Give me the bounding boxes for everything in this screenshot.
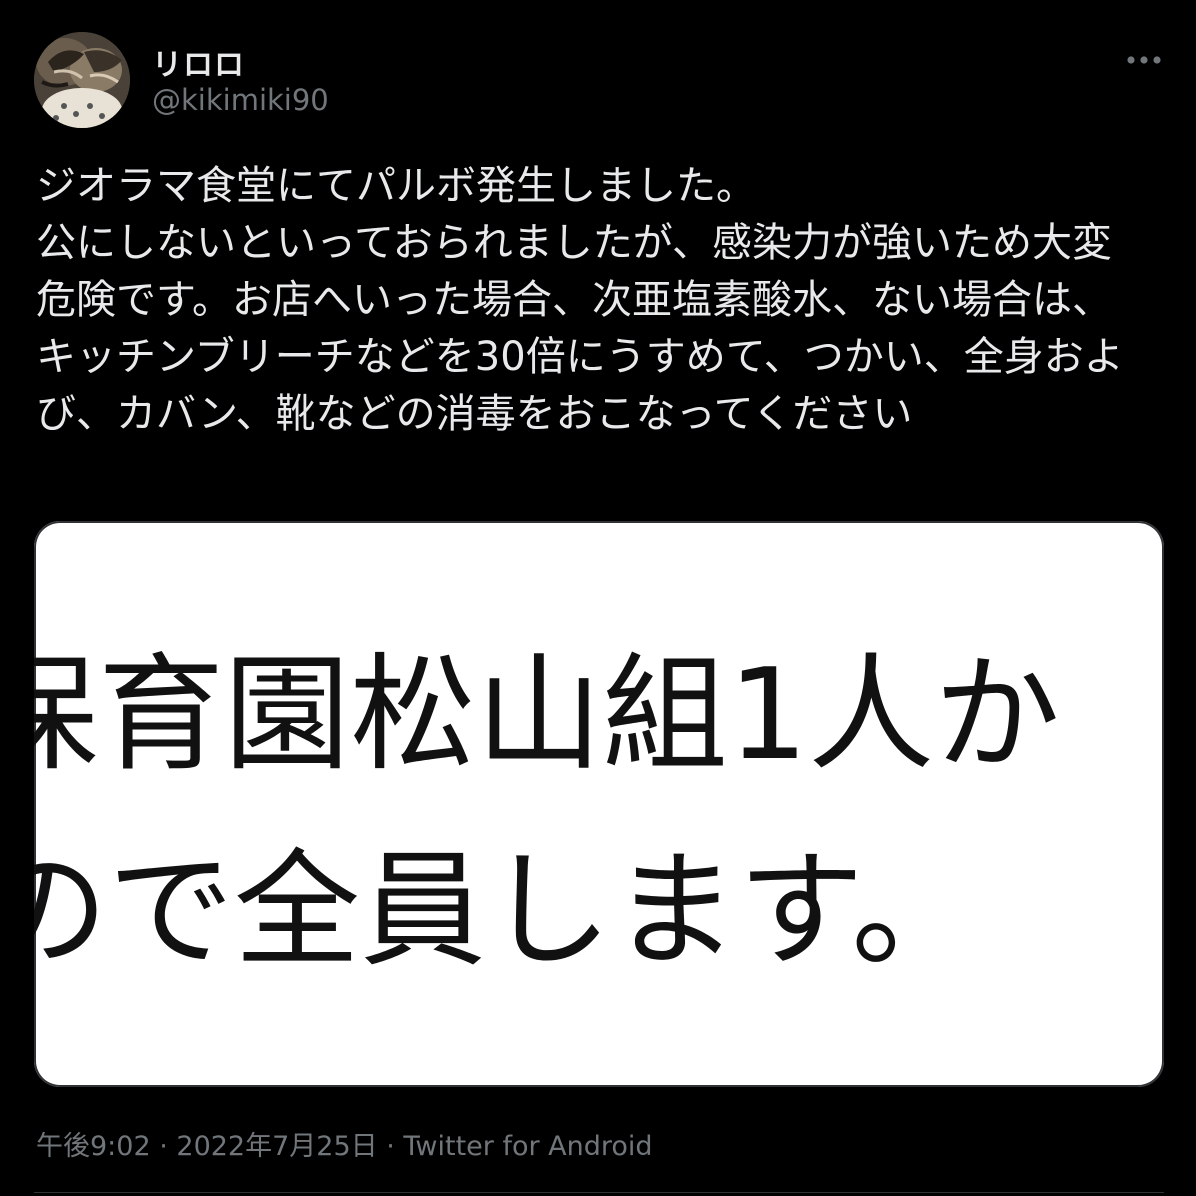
tweet-detail: リロロ @kikimiki90 ジオラマ食堂にてパルボ発生しました。 公にしない…: [0, 0, 1196, 1196]
image-text-line-1: 保育園松山組1人か: [34, 641, 1061, 788]
author-handle[interactable]: @kikimiki90: [152, 83, 329, 117]
more-options-button[interactable]: [1122, 40, 1166, 80]
avatar[interactable]: [34, 32, 130, 128]
tweet-text: ジオラマ食堂にてパルボ発生しました。 公にしないといっておられましたが、感染力が…: [36, 163, 1124, 437]
author-display-name[interactable]: リロロ: [152, 40, 245, 84]
tweet-time[interactable]: 午後9:02: [36, 1131, 151, 1162]
more-dots-icon: [1127, 56, 1161, 64]
meta-separator: ·: [377, 1131, 404, 1162]
tweet-metadata: 午後9:02 · 2022年7月25日 · Twitter for Androi…: [36, 1124, 653, 1163]
tweet-date[interactable]: 2022年7月25日: [176, 1131, 377, 1162]
cat-photo-avatar-icon: [34, 32, 130, 128]
attached-image[interactable]: 保育園松山組1人か ので全員します。: [34, 521, 1164, 1087]
image-text-line-2: ので全員します。: [34, 837, 978, 984]
meta-separator: ·: [150, 1131, 177, 1162]
divider: [34, 1192, 1164, 1193]
tweet-source[interactable]: Twitter for Android: [403, 1131, 652, 1162]
